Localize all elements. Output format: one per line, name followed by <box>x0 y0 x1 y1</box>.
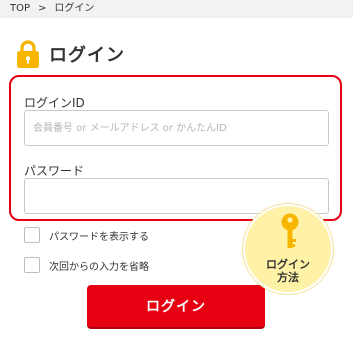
remember-input-label[interactable]: 次回からの入力を省略 <box>49 258 149 273</box>
login-help-line2: 方法 <box>277 271 299 284</box>
login-page: TOP > ログイン ログイン ログインID パスワード パスワードを表示する 次回… <box>0 0 353 340</box>
breadcrumb: TOP > ログイン <box>0 0 353 18</box>
login-id-input[interactable] <box>24 110 329 146</box>
page-title: ログイン <box>49 45 125 66</box>
show-password-label[interactable]: パスワードを表示する <box>49 228 149 243</box>
key-icon <box>280 212 300 258</box>
remember-input-checkbox[interactable] <box>24 257 40 273</box>
login-help-label: ログイン 方法 <box>245 258 331 284</box>
password-label: パスワード <box>24 164 85 178</box>
login-id-label: ログインID <box>24 96 85 110</box>
login-help-button[interactable]: ログイン 方法 <box>243 204 333 294</box>
breadcrumb-separator: > <box>38 3 47 14</box>
lock-icon <box>16 39 40 69</box>
title-row: ログイン <box>16 39 125 69</box>
login-button[interactable]: ログイン <box>87 285 265 327</box>
breadcrumb-home-link[interactable]: TOP <box>10 0 30 18</box>
show-password-option[interactable]: パスワードを表示する <box>24 227 149 243</box>
remember-input-option[interactable]: 次回からの入力を省略 <box>24 257 149 273</box>
login-help-line1: ログイン <box>266 258 310 271</box>
show-password-checkbox[interactable] <box>24 227 40 243</box>
breadcrumb-current: ログイン <box>54 3 95 14</box>
